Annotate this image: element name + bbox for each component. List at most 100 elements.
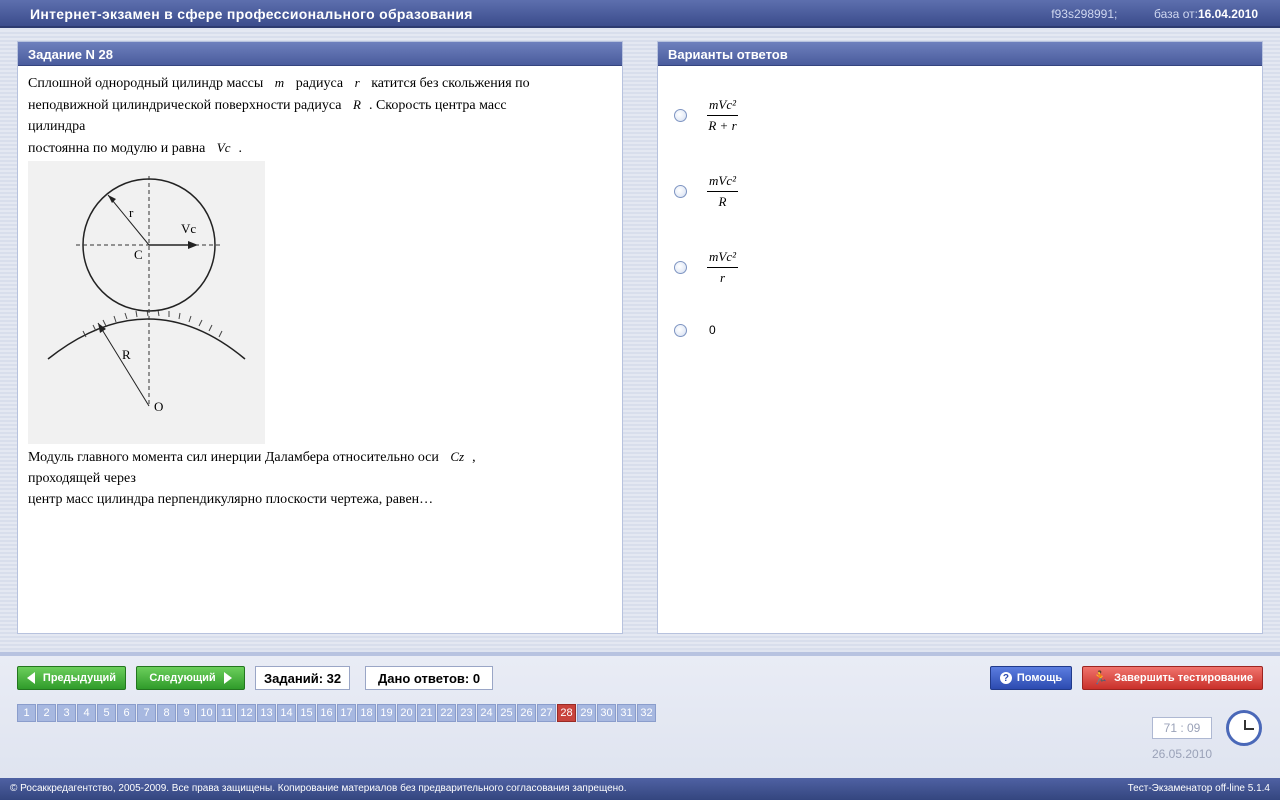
previous-button[interactable]: Предыдущий	[17, 666, 126, 690]
running-man-icon: 🏃	[1091, 670, 1109, 685]
radio-button[interactable]	[674, 109, 687, 122]
question-number-20[interactable]: 20	[397, 704, 416, 722]
question-line: радиуса	[295, 76, 344, 91]
question-number-16[interactable]: 16	[317, 704, 336, 722]
label-o: O	[154, 399, 163, 414]
tasks-count: Заданий: 32	[255, 666, 351, 690]
answered-count: Дано ответов: 0	[365, 666, 494, 690]
base-label: база от:	[1154, 7, 1198, 21]
task-header: Задание N 28	[18, 42, 622, 66]
label-c: C	[134, 247, 143, 262]
question-line: .	[238, 141, 243, 156]
question-line: неподвижной цилиндрической поверхности р…	[28, 98, 342, 113]
fraction: mVc² R + r	[707, 97, 738, 134]
help-button[interactable]: ? Помощь	[990, 666, 1072, 690]
session-id: f93s298991;	[1051, 7, 1118, 21]
question-number-18[interactable]: 18	[357, 704, 376, 722]
arrow-left-icon	[26, 672, 35, 684]
answer-option-4[interactable]: 0	[674, 323, 716, 337]
question-number-26[interactable]: 26	[517, 704, 536, 722]
title-bar: Интернет-экзамен в сфере профессионально…	[0, 0, 1280, 28]
question-number-9[interactable]: 9	[177, 704, 196, 722]
label-big-r: R	[122, 347, 131, 362]
label-vc: Vc	[181, 221, 196, 236]
question-line: Сплошной однородный цилиндр массы	[28, 76, 264, 91]
question-number-23[interactable]: 23	[457, 704, 476, 722]
numerator: mVc²	[707, 249, 738, 268]
question-number-21[interactable]: 21	[417, 704, 436, 722]
question-number-3[interactable]: 3	[57, 704, 76, 722]
variable-R: R	[352, 97, 361, 112]
answers-panel: Варианты ответов mVc² R + r mVc² R mVc² …	[657, 41, 1263, 634]
question-line: Модуль главного момента сил инерции Дала…	[28, 450, 439, 465]
question-number-6[interactable]: 6	[117, 704, 136, 722]
answer-option-3[interactable]: mVc² r	[674, 249, 738, 286]
finish-test-button[interactable]: 🏃 Завершить тестирование	[1082, 666, 1263, 690]
help-icon: ?	[999, 672, 1012, 684]
question-number-2[interactable]: 2	[37, 704, 56, 722]
question-number-30[interactable]: 30	[597, 704, 616, 722]
question-number-27[interactable]: 27	[537, 704, 556, 722]
question-number-8[interactable]: 8	[157, 704, 176, 722]
question-number-14[interactable]: 14	[277, 704, 296, 722]
question-number-11[interactable]: 11	[217, 704, 236, 722]
question-number-29[interactable]: 29	[577, 704, 596, 722]
denominator: R	[718, 194, 727, 209]
question-line: ,	[472, 450, 476, 465]
question-line: постоянна по модулю и равна	[28, 141, 206, 156]
current-date: 26.05.2010	[1152, 747, 1213, 761]
answers-header: Варианты ответов	[658, 42, 1262, 66]
radio-button[interactable]	[674, 261, 687, 274]
question-number-15[interactable]: 15	[297, 704, 316, 722]
footer: © Росаккредагентство, 2005-2009. Все пра…	[0, 778, 1280, 800]
bottom-toolbar: Предыдущий Следующий Заданий: 32 Дано от…	[0, 652, 1280, 778]
variable-cz: Cz	[450, 449, 465, 464]
copyright: © Росаккредагентство, 2005-2009. Все пра…	[10, 783, 627, 794]
next-button[interactable]: Следующий	[136, 666, 245, 690]
next-label: Следующий	[149, 672, 216, 684]
question-number-13[interactable]: 13	[257, 704, 276, 722]
question-number-24[interactable]: 24	[477, 704, 496, 722]
radio-button[interactable]	[674, 323, 687, 337]
question-number-19[interactable]: 19	[377, 704, 396, 722]
previous-label: Предыдущий	[42, 672, 117, 684]
app-title: Интернет-экзамен в сфере профессионально…	[30, 6, 473, 22]
answer-text: 0	[709, 323, 716, 337]
question-number-28[interactable]: 28	[557, 704, 576, 722]
finish-label: Завершить тестирование	[1114, 672, 1254, 684]
session-info: f93s298991; база от:16.04.2010	[1051, 7, 1258, 21]
cylinder-figure: r Vc C R O	[28, 161, 265, 444]
question-number-31[interactable]: 31	[617, 704, 636, 722]
question-number-4[interactable]: 4	[77, 704, 96, 722]
arrow-right-icon	[223, 672, 232, 684]
variable-vc: Vc	[216, 140, 231, 155]
denominator: r	[719, 270, 726, 285]
question-number-10[interactable]: 10	[197, 704, 216, 722]
question-number-1[interactable]: 1	[17, 704, 36, 722]
question-number-22[interactable]: 22	[437, 704, 456, 722]
fraction: mVc² r	[707, 249, 738, 286]
task-panel: Задание N 28 Сплошной однородный цилиндр…	[17, 41, 623, 634]
answer-option-2[interactable]: mVc² R	[674, 173, 738, 210]
question-text: Сплошной однородный цилиндр массы m ради…	[18, 66, 622, 510]
question-number-7[interactable]: 7	[137, 704, 156, 722]
timer-display: 71 : 09	[1152, 717, 1212, 739]
question-number-17[interactable]: 17	[337, 704, 356, 722]
question-number-12[interactable]: 12	[237, 704, 256, 722]
numerator: mVc²	[707, 97, 738, 116]
variable-m: m	[274, 75, 285, 90]
question-number-5[interactable]: 5	[97, 704, 116, 722]
help-label: Помощь	[1016, 672, 1063, 684]
answer-option-1[interactable]: mVc² R + r	[674, 97, 738, 134]
base-date: 16.04.2010	[1197, 7, 1258, 21]
denominator: R + r	[708, 118, 737, 133]
question-number-32[interactable]: 32	[637, 704, 656, 722]
variable-r: r	[354, 75, 360, 90]
question-line: катится без скольжения по	[371, 76, 530, 91]
question-line: цилиндра	[28, 119, 86, 134]
clock-icon	[1226, 710, 1262, 746]
question-line: проходящей через	[28, 471, 136, 486]
question-number-25[interactable]: 25	[497, 704, 516, 722]
radio-button[interactable]	[674, 185, 687, 198]
question-navigator: 1 2 3 4 5 6 7 8 9 10 11 12 13 14 15 16 17 18 19 20 21 22 23 24 2…	[17, 704, 657, 722]
